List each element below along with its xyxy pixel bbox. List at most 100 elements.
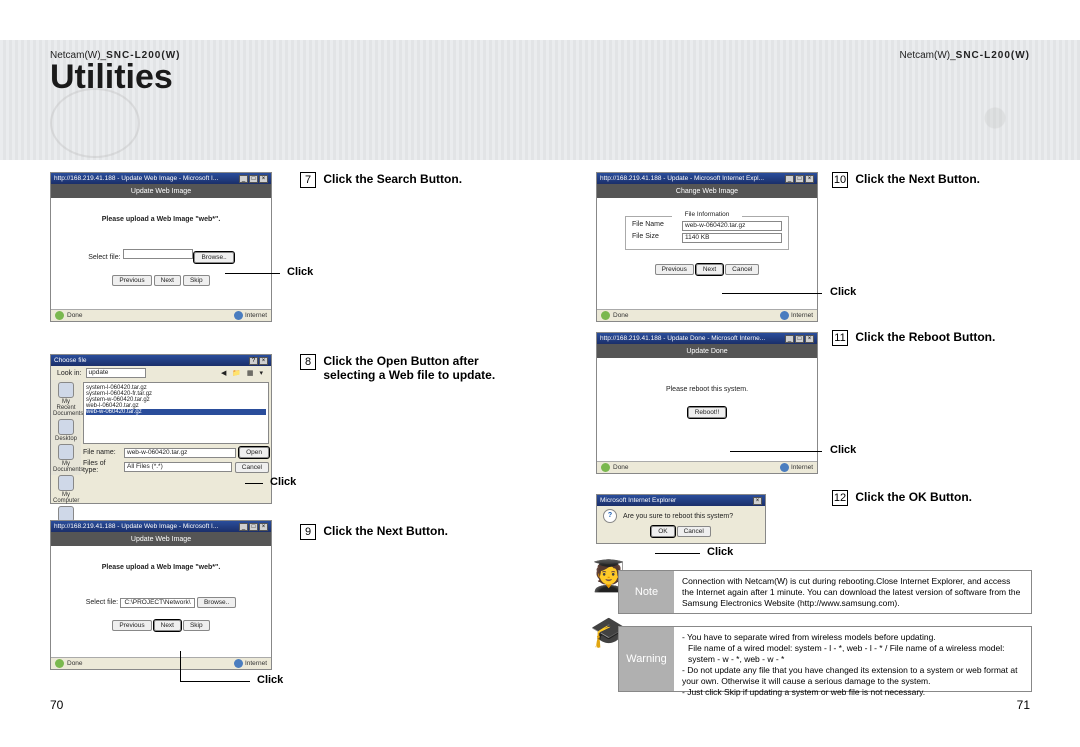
window-controls: _□× (239, 175, 268, 183)
step-text: Click the Open Button after selecting a … (323, 354, 503, 382)
upload-message: Please upload a Web Image "web*". (51, 216, 271, 223)
status-bar: Done Internet (51, 309, 271, 321)
status-bar: Done Internet (597, 309, 817, 321)
note-box: Note Connection with Netcam(W) is cut du… (618, 570, 1032, 614)
file-item[interactable]: web-w-060420.tar.gz (86, 409, 266, 415)
filesize-label: File Size (632, 233, 678, 243)
previous-button[interactable]: Previous (112, 620, 151, 631)
note-text: Connection with Netcam(W) is cut during … (674, 571, 1031, 613)
previous-button[interactable]: Previous (112, 275, 151, 286)
confirm-message: Are you sure to reboot this system? (623, 513, 733, 520)
callout-line (245, 483, 263, 484)
step-10: 10 Click the Next Button. (832, 172, 980, 188)
screenshot-11-update-done: http://168.219.41.188 - Update Done - Mi… (596, 332, 818, 474)
previous-button[interactable]: Previous (655, 264, 694, 275)
window-titlebar: Microsoft Internet Explorer × (597, 495, 765, 506)
step-text: Click the Search Button. (323, 172, 462, 186)
filesize-value: 1140 KB (682, 233, 782, 243)
globe-icon (234, 659, 243, 668)
status-bar: Done Internet (597, 461, 817, 473)
step-number: 12 (832, 490, 848, 506)
question-icon: ? (603, 509, 617, 523)
places-mydocs[interactable]: My Documents (53, 444, 79, 473)
step-number: 11 (832, 330, 848, 346)
callout-line (180, 681, 250, 682)
done-icon (601, 311, 610, 320)
status-done: Done (613, 312, 629, 319)
cancel-button[interactable]: Cancel (725, 264, 759, 275)
window-controls: ?× (249, 357, 268, 365)
step-11: 11 Click the Reboot Button. (832, 330, 995, 346)
callout-line-v (180, 651, 181, 681)
filetype-field[interactable]: All Files (*.*) (124, 462, 232, 472)
status-done: Done (67, 660, 83, 667)
step-text: Click the OK Button. (855, 490, 972, 504)
step-number: 10 (832, 172, 848, 188)
status-net: Internet (245, 660, 267, 667)
filename-value: web-w-060420.tar.gz (682, 221, 782, 231)
lookin-field[interactable]: update (86, 368, 146, 378)
done-icon (601, 463, 610, 472)
open-button[interactable]: Open (239, 447, 269, 458)
step-number: 8 (300, 354, 316, 370)
places-mycomputer[interactable]: My Computer (53, 475, 79, 504)
screenshot-10-change-web-image: http://168.219.41.188 - Update - Microso… (596, 172, 818, 322)
fileinfo-title: File Information (672, 211, 742, 218)
step-9: 9 Click the Next Button. (300, 524, 448, 540)
page-number-left: 70 (50, 698, 63, 712)
done-icon (55, 659, 64, 668)
toolbar-icons: ◀ 📁 ▦ ▾ (221, 369, 265, 377)
browse-button[interactable]: Browse.. (194, 252, 233, 263)
callout-line (225, 273, 280, 274)
click-label-11: Click (830, 444, 856, 456)
filetype-label: Files of type: (83, 460, 121, 474)
window-titlebar: http://168.219.41.188 - Update Done - Mi… (597, 333, 817, 344)
callout-line (722, 293, 822, 294)
window-title: Microsoft Internet Explorer (600, 497, 676, 504)
window-title: http://168.219.41.188 - Update Web Image… (54, 175, 218, 182)
filename-field[interactable]: web-w-060420.tar.gz (124, 448, 236, 458)
screenshot-9-update-web-image: http://168.219.41.188 - Update Web Image… (50, 520, 272, 670)
next-button[interactable]: Next (154, 620, 181, 631)
window-title: http://168.219.41.188 - Update - Microso… (600, 175, 764, 182)
reboot-message: Please reboot this system. (597, 386, 817, 393)
step-8: 8 Click the Open Button after selecting … (300, 354, 503, 382)
page-number-right: 71 (1017, 698, 1030, 712)
callout-line (655, 553, 700, 554)
step-text: Click the Next Button. (323, 524, 448, 538)
cancel-button[interactable]: Cancel (677, 526, 711, 537)
cancel-button[interactable]: Cancel (235, 462, 269, 473)
click-label-9: Click (257, 674, 283, 686)
header-decor-dots (960, 88, 1030, 148)
note-label: Note (619, 571, 674, 613)
next-button[interactable]: Next (696, 264, 723, 275)
file-field[interactable]: C:\PROJECT\Network\ (120, 598, 195, 608)
skip-button[interactable]: Skip (183, 275, 210, 286)
places-desktop[interactable]: Desktop (53, 419, 79, 442)
window-titlebar: http://168.219.41.188 - Update Web Image… (51, 521, 271, 532)
status-net: Internet (791, 464, 813, 471)
file-list[interactable]: system-l-060420.tar.gz system-l-060420-f… (83, 382, 269, 444)
status-done: Done (67, 312, 83, 319)
window-controls: _□× (785, 335, 814, 343)
next-button[interactable]: Next (154, 275, 181, 286)
file-field[interactable] (123, 249, 193, 259)
browse-button[interactable]: Browse.. (197, 597, 236, 608)
select-file-label: Select file: (88, 254, 120, 261)
places-recent[interactable]: My Recent Documents (53, 382, 79, 417)
done-icon (55, 311, 64, 320)
window-controls: × (753, 497, 762, 505)
window-title: Choose file (54, 357, 87, 364)
ok-button[interactable]: OK (651, 526, 674, 537)
step-text: Click the Reboot Button. (855, 330, 995, 344)
window-titlebar: http://168.219.41.188 - Update Web Image… (51, 173, 271, 184)
reboot-button[interactable]: Reboot!! (688, 407, 727, 418)
skip-button[interactable]: Skip (183, 620, 210, 631)
window-titlebar: Choose file ?× (51, 355, 271, 366)
page-title: Utilities (50, 58, 173, 97)
warning-box: Warning - You have to separate wired fro… (618, 626, 1032, 692)
section-header: Update Web Image (51, 532, 271, 546)
window-title: http://168.219.41.188 - Update Web Image… (54, 523, 218, 530)
click-label-8: Click (270, 476, 296, 488)
warning-text: - You have to separate wired from wirele… (674, 627, 1031, 691)
